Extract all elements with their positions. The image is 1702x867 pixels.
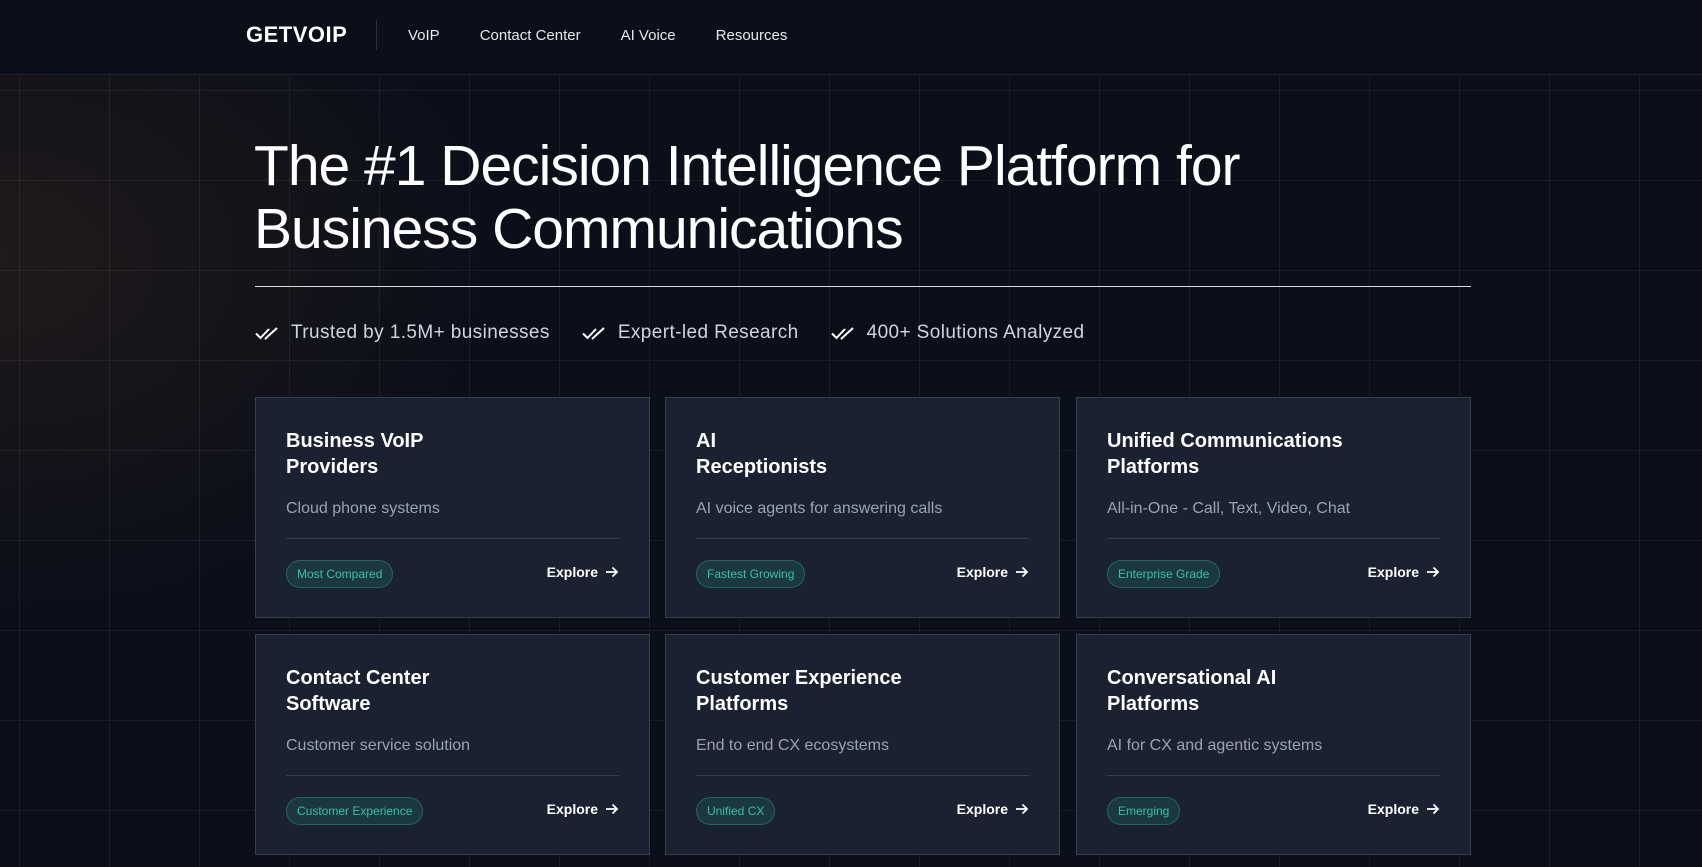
arrow-right-icon [606, 803, 619, 815]
arrow-right-icon [1016, 566, 1029, 578]
card-badge: Fastest Growing [696, 560, 806, 588]
trust-text: Expert-led Research [617, 322, 799, 343]
card-badge: Emerging [1107, 797, 1181, 825]
explore-label: Explore [1367, 564, 1419, 580]
card-ai-receptionists[interactable]: AI Receptionists AI voice agents for answ… [665, 397, 1060, 618]
card-title-line: Software [286, 693, 371, 715]
card-title-line: AI [696, 430, 716, 452]
card-title-line: Platforms [1107, 693, 1200, 715]
card-title-line: Customer Experience [696, 667, 902, 689]
card-description: AI voice agents for answering calls [696, 500, 943, 517]
card-conversational-ai[interactable]: Conversational AI Platforms AI for CX and… [1076, 634, 1471, 855]
hero-title-line-1: The #1 Decision Intelligence Platform fo… [254, 134, 1241, 198]
site-header: GETVOIP VoIP Contact Center AI Voice Res… [0, 0, 1702, 75]
trust-item: Expert-led Research [582, 322, 799, 344]
card-title-line: Business VoIP [286, 430, 424, 452]
card-title: Conversational AI Platforms [1107, 665, 1367, 717]
card-title-line: Platforms [696, 693, 789, 715]
header-divider [376, 20, 377, 50]
nav-item-ai-voice[interactable]: AI Voice [621, 27, 676, 44]
card-badge: Most Compared [286, 560, 394, 588]
explore-label: Explore [546, 801, 598, 817]
explore-label: Explore [1367, 801, 1419, 817]
nav-item-contact-center[interactable]: Contact Center [480, 27, 581, 44]
card-description: AI for CX and agentic systems [1107, 737, 1323, 754]
double-check-icon [830, 327, 854, 340]
card-badge: Unified CX [696, 797, 776, 825]
explore-link[interactable]: Explore [547, 801, 619, 817]
trust-badges: Trusted by 1.5M+ businesses Expert-led R… [255, 322, 1084, 344]
card-customer-experience[interactable]: Customer Experience Platforms End to end … [665, 634, 1060, 855]
trust-text: 400+ Solutions Analyzed [866, 322, 1085, 343]
double-check-icon [582, 327, 605, 340]
card-divider [286, 775, 619, 776]
hero-title-line-2: Business Communications [254, 197, 904, 261]
card-description: Customer service solution [286, 737, 471, 754]
explore-link[interactable]: Explore [547, 564, 619, 580]
card-title: Customer Experience Platforms [696, 665, 956, 717]
card-title: Unified Communications Platforms [1107, 428, 1367, 480]
card-divider [286, 538, 619, 539]
card-title-line: Unified Communications [1107, 430, 1343, 452]
nav-item-resources[interactable]: Resources [716, 27, 788, 44]
double-check-icon [255, 327, 278, 340]
card-description: End to end CX ecosystems [696, 737, 889, 754]
card-title: Contact Center Software [286, 665, 546, 717]
main-nav: VoIP Contact Center AI Voice Resources [408, 27, 787, 44]
card-title: AI Receptionists [696, 428, 956, 480]
hero-divider [255, 286, 1471, 287]
explore-label: Explore [956, 801, 1008, 817]
explore-link[interactable]: Explore [957, 801, 1029, 817]
explore-label: Explore [546, 564, 598, 580]
nav-item-voip[interactable]: VoIP [408, 27, 440, 44]
card-title-line: Contact Center [286, 667, 430, 689]
page: GETVOIP VoIP Contact Center AI Voice Res… [0, 0, 1702, 867]
card-badge: Customer Experience [286, 797, 424, 825]
card-business-voip[interactable]: Business VoIP Providers Cloud phone syste… [255, 397, 650, 618]
card-divider [1107, 538, 1440, 539]
card-divider [696, 775, 1029, 776]
card-title-line: Receptionists [696, 456, 828, 478]
card-divider [1107, 775, 1440, 776]
card-badge: Enterprise Grade [1107, 560, 1221, 588]
card-description: Cloud phone systems [286, 500, 440, 517]
explore-link[interactable]: Explore [1368, 564, 1440, 580]
explore-link[interactable]: Explore [1368, 801, 1440, 817]
arrow-right-icon [606, 566, 619, 578]
card-unified-communications[interactable]: Unified Communications Platforms All-in-O… [1076, 397, 1471, 618]
card-divider [696, 538, 1029, 539]
arrow-right-icon [1016, 803, 1029, 815]
explore-link[interactable]: Explore [957, 564, 1029, 580]
logo[interactable]: GETVOIP [246, 22, 347, 48]
arrow-right-icon [1427, 803, 1440, 815]
trust-text: Trusted by 1.5M+ businesses [291, 322, 550, 343]
card-title-line: Platforms [1107, 456, 1200, 478]
hero-title: The #1 Decision Intelligence Platform fo… [254, 135, 1454, 261]
card-contact-center[interactable]: Contact Center Software Customer service … [255, 634, 650, 855]
trust-item: 400+ Solutions Analyzed [830, 322, 1085, 344]
arrow-right-icon [1427, 566, 1440, 578]
explore-label: Explore [956, 564, 1008, 580]
card-description: All-in-One - Call, Text, Video, Chat [1107, 500, 1351, 517]
trust-item: Trusted by 1.5M+ businesses [255, 322, 550, 344]
card-title-line: Providers [286, 456, 379, 478]
card-title-line: Conversational AI [1107, 667, 1277, 689]
card-title: Business VoIP Providers [286, 428, 546, 480]
